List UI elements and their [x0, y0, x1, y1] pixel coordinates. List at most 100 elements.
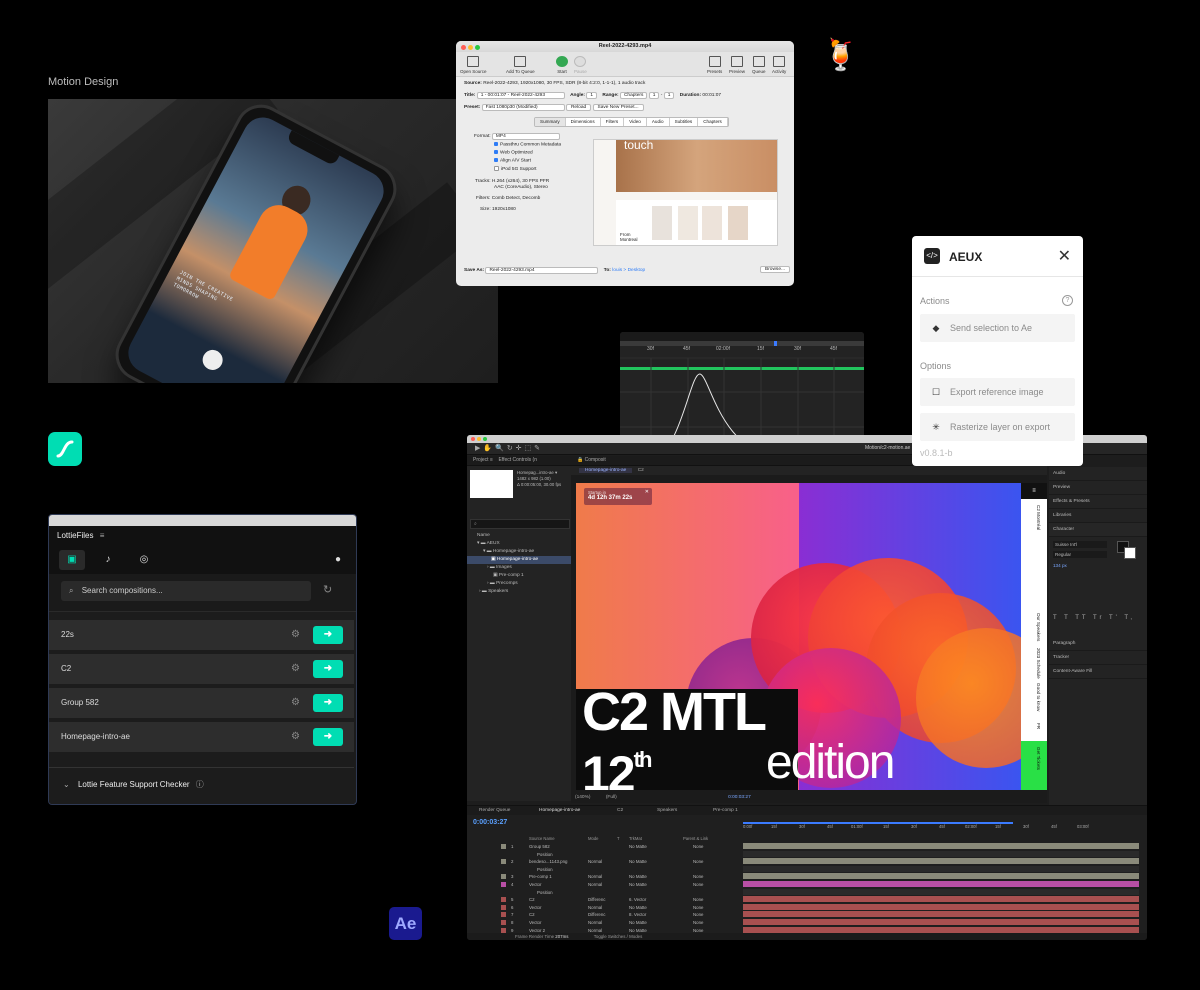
- panel-audio[interactable]: Audio: [1049, 467, 1147, 481]
- gear-icon[interactable]: ⚙: [291, 688, 300, 718]
- compositions-nav-button[interactable]: ▣: [59, 550, 85, 570]
- stroke-color-swatch[interactable]: [1124, 547, 1136, 559]
- add-to-queue-button[interactable]: Add To Queue: [506, 56, 535, 74]
- work-area-bar[interactable]: [743, 822, 1013, 824]
- pause-button[interactable]: Pause: [574, 56, 587, 74]
- layer-label-color[interactable]: [501, 897, 506, 903]
- property-row[interactable]: Position: [467, 866, 737, 873]
- toggle-switches[interactable]: Toggle Switches / Modes: [594, 934, 643, 939]
- tab-audio[interactable]: Audio: [647, 118, 670, 126]
- text-style-buttons[interactable]: T T TT Tr T' T,: [1053, 615, 1135, 621]
- tab-speakers[interactable]: Speakers: [657, 806, 677, 815]
- presets-button[interactable]: Presets: [707, 56, 722, 74]
- tab-c2[interactable]: C2: [617, 806, 623, 815]
- rasterize-toggle[interactable]: ✳ Rasterize layer on export: [920, 413, 1075, 441]
- panel-tracker[interactable]: Tracker: [1049, 651, 1147, 665]
- comp-tab-active[interactable]: Homepage-intro-ae: [579, 468, 633, 473]
- zoom-select[interactable]: (140%): [575, 795, 590, 800]
- gear-icon[interactable]: ⚙: [291, 722, 300, 752]
- save-preset-button[interactable]: Save New Preset...: [592, 104, 644, 111]
- layer-row[interactable]: 6 Vector Normal No Matte None: [467, 904, 737, 911]
- send-selection-button[interactable]: ◆ Send selection to Ae: [920, 314, 1075, 342]
- panel-effects-presets[interactable]: Effects & Presets: [1049, 495, 1147, 509]
- range-from[interactable]: 1: [648, 92, 660, 99]
- play-button[interactable]: [199, 346, 227, 374]
- project-row[interactable]: ▾ ▬ Homepage-intro-ae: [467, 548, 571, 556]
- tool-icons[interactable]: ▶✋🔍↻✛⬚✎: [475, 444, 543, 452]
- layer-row[interactable]: 2 bendeso...1143.png Normal No Matte None: [467, 858, 737, 865]
- layer-duration-bar[interactable]: [743, 896, 1139, 903]
- panel-libraries[interactable]: Libraries: [1049, 509, 1147, 523]
- open-source-button[interactable]: Open Source: [460, 56, 487, 74]
- option-ipod[interactable]: iPod 5G Support: [494, 166, 536, 172]
- project-search[interactable]: ⌕: [470, 519, 570, 529]
- project-row[interactable]: › ▬ Images: [467, 564, 571, 572]
- project-row[interactable]: ▣ Pre-comp 1: [467, 572, 571, 580]
- tab-project[interactable]: Project: [473, 457, 489, 463]
- close-icon[interactable]: ✕: [645, 489, 649, 495]
- minimize-dot[interactable]: [468, 45, 473, 50]
- panel-preview[interactable]: Preview: [1049, 481, 1147, 495]
- layer-duration-bar[interactable]: [743, 919, 1139, 925]
- layer-row[interactable]: 4 Vector Normal No Matte None: [467, 881, 737, 888]
- tab-video[interactable]: Video: [624, 118, 647, 126]
- composition-viewer[interactable]: C2 MTL 12th edition Startup in 4d 12h 37…: [576, 483, 1022, 790]
- comp-tab-c2[interactable]: C2: [638, 468, 644, 473]
- project-row[interactable]: ▾ ▬ AEUX: [467, 540, 571, 548]
- nav-good-to-know[interactable]: Good to know: [1036, 683, 1041, 711]
- export-arrow-button[interactable]: ➜: [313, 728, 343, 746]
- tab-dimensions[interactable]: Dimensions: [566, 118, 601, 126]
- tab-render-queue[interactable]: Render Queue: [479, 806, 510, 815]
- layer-label-color[interactable]: [501, 874, 506, 880]
- export-reference-checkbox[interactable]: ☐ Export reference image: [920, 378, 1075, 406]
- panel-character[interactable]: Character: [1049, 523, 1147, 537]
- close-dot[interactable]: [461, 45, 466, 50]
- search-compositions-input[interactable]: ⌕ Search compositions...: [61, 581, 311, 601]
- range-select[interactable]: Chapters: [619, 92, 648, 99]
- range-to[interactable]: 1: [663, 92, 675, 99]
- tab-subtitles[interactable]: Subtitles: [670, 118, 699, 126]
- tab-pre-comp-1[interactable]: Pre-comp 1: [713, 806, 738, 815]
- get-tickets-button[interactable]: Get Tickets: [1021, 741, 1047, 790]
- keyframe-track[interactable]: [743, 888, 1139, 895]
- layer-label-color[interactable]: [501, 904, 506, 910]
- resolution-select[interactable]: (Full): [606, 795, 617, 800]
- layer-label-color[interactable]: [501, 927, 506, 933]
- composition-item[interactable]: 22s ⚙ ➜: [49, 620, 354, 650]
- tab-composition[interactable]: Composit: [585, 457, 606, 463]
- layer-row[interactable]: 5 C2 Differenc 6. Vector None: [467, 896, 737, 903]
- project-row[interactable]: › ▬ Speakers: [467, 588, 571, 596]
- preset-select[interactable]: Fast 1080p30 (Modified): [481, 104, 565, 111]
- layer-row[interactable]: 1 Group 582 No Matte None: [467, 843, 737, 850]
- format-select[interactable]: MP4: [491, 133, 560, 140]
- layer-label-color[interactable]: [501, 920, 506, 925]
- tab-chapters[interactable]: Chapters: [698, 118, 728, 126]
- nav-language[interactable]: FR: [1036, 723, 1041, 729]
- profile-button[interactable]: ●: [325, 550, 351, 570]
- layer-duration-bar[interactable]: [743, 911, 1139, 918]
- export-arrow-button[interactable]: ➜: [313, 694, 343, 712]
- destination-path[interactable]: louis > Desktop: [612, 268, 645, 273]
- start-button[interactable]: Start: [556, 56, 568, 74]
- feature-checker-row[interactable]: ⌄ Lottie Feature Support Checker ⓘ: [49, 767, 354, 804]
- layer-label-color[interactable]: [501, 882, 506, 887]
- music-nav-button[interactable]: ♪: [95, 550, 121, 570]
- menu-icon[interactable]: ≡: [100, 531, 105, 540]
- layer-row[interactable]: 7 C2 Differenc 8. Vector None: [467, 911, 737, 918]
- layer-duration-bar[interactable]: [743, 843, 1139, 849]
- font-family-select[interactable]: Suisse Int'l: [1053, 541, 1107, 548]
- reload-button[interactable]: Reload: [565, 104, 592, 111]
- zoom-dot[interactable]: [475, 45, 480, 50]
- help-icon[interactable]: ?: [1062, 295, 1073, 306]
- layer-label-color[interactable]: [501, 844, 506, 849]
- export-arrow-button[interactable]: ➜: [313, 626, 343, 644]
- font-size-field[interactable]: 134 px: [1053, 563, 1067, 568]
- option-passthru[interactable]: Passthru Common Metadata: [494, 142, 561, 147]
- activity-button[interactable]: Activity: [772, 56, 786, 74]
- panel-content-aware-fill[interactable]: Content-Aware Fill: [1049, 665, 1147, 679]
- layer-duration-bar[interactable]: [743, 858, 1139, 865]
- panel-paragraph[interactable]: Paragraph: [1049, 637, 1147, 651]
- layer-duration-bar[interactable]: [743, 926, 1139, 933]
- timeline-ruler[interactable]: 0:00f 15f 30f 45f 01:00f 15f 30f 45f 02:…: [743, 824, 1143, 834]
- nav-c2-montreal[interactable]: C2 Montréal: [1036, 505, 1041, 530]
